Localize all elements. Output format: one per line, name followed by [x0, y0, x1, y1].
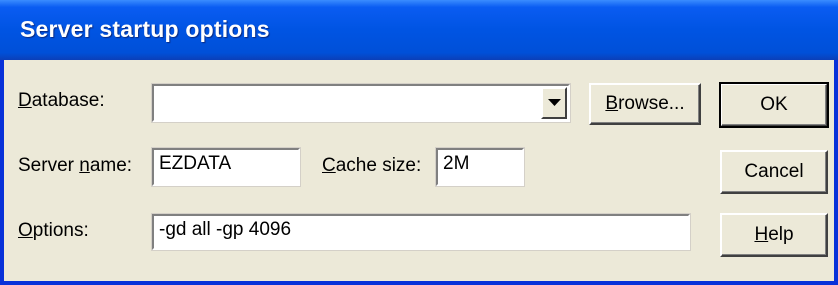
server-name-value: EZDATA	[159, 153, 232, 174]
options-label: Options:	[18, 220, 89, 241]
server-name-label: Server name:	[18, 155, 133, 176]
ok-button[interactable]: OK	[719, 82, 829, 128]
title-bar[interactable]: Server startup options	[0, 0, 838, 60]
cache-size-input[interactable]: 2M	[435, 147, 525, 187]
database-combobox[interactable]	[151, 83, 571, 123]
cache-size-label: Cache size:	[322, 155, 422, 176]
chevron-down-icon	[548, 99, 561, 106]
cancel-button[interactable]: Cancel	[720, 150, 828, 194]
cache-size-value: 2M	[443, 153, 470, 174]
server-name-input[interactable]: EZDATA	[151, 147, 301, 187]
dialog-title: Server startup options	[20, 16, 270, 42]
options-input[interactable]: -gd all -gp 4096	[151, 213, 691, 251]
server-startup-dialog: Server startup options Database: Browse.…	[0, 0, 838, 285]
browse-button[interactable]: Browse...	[589, 83, 701, 125]
options-value: -gd all -gp 4096	[159, 219, 292, 240]
database-label: Database:	[18, 90, 105, 111]
help-button[interactable]: Help	[720, 213, 828, 257]
database-dropdown-button[interactable]	[541, 87, 567, 119]
